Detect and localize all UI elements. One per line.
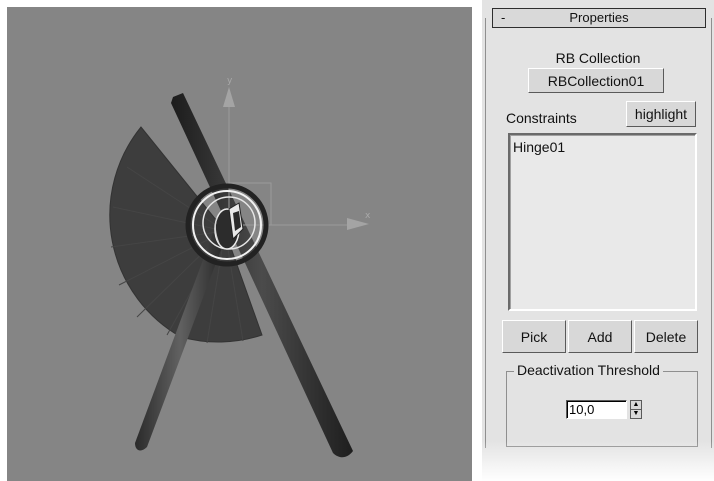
viewport-scene: y x [109, 76, 371, 458]
list-item[interactable]: Hinge01 [513, 139, 565, 155]
rollout-title: Properties [569, 10, 629, 25]
add-button[interactable]: Add [568, 320, 632, 353]
properties-rollout-header[interactable]: - Properties [492, 8, 706, 28]
rb-collection-button[interactable]: RBCollection01 [528, 68, 664, 93]
panel-fade [482, 441, 714, 481]
highlight-button[interactable]: highlight [626, 101, 696, 127]
delete-button[interactable]: Delete [634, 320, 698, 353]
rollout-border-right [711, 18, 712, 448]
constraints-label: Constraints [506, 110, 577, 126]
pick-button[interactable]: Pick [502, 320, 566, 353]
rollout-border-left [485, 18, 486, 448]
threshold-spinner[interactable]: ▲ ▼ [630, 400, 642, 419]
3d-viewport[interactable]: y x [7, 7, 472, 481]
axis-y-label: y [227, 76, 233, 86]
deactivation-threshold-label: Deactivation Threshold [514, 362, 663, 378]
axis-x-label: x [365, 211, 371, 221]
properties-panel: - Properties RB Collection RBCollection0… [482, 0, 714, 481]
constraints-list[interactable]: Hinge01 [508, 133, 697, 311]
rb-collection-label: RB Collection [555, 50, 641, 66]
transform-gizmo: y x [223, 76, 371, 230]
spinner-up-icon[interactable]: ▲ [631, 401, 641, 410]
threshold-input[interactable]: 10,0 [566, 400, 627, 419]
spinner-down-icon[interactable]: ▼ [631, 410, 641, 418]
